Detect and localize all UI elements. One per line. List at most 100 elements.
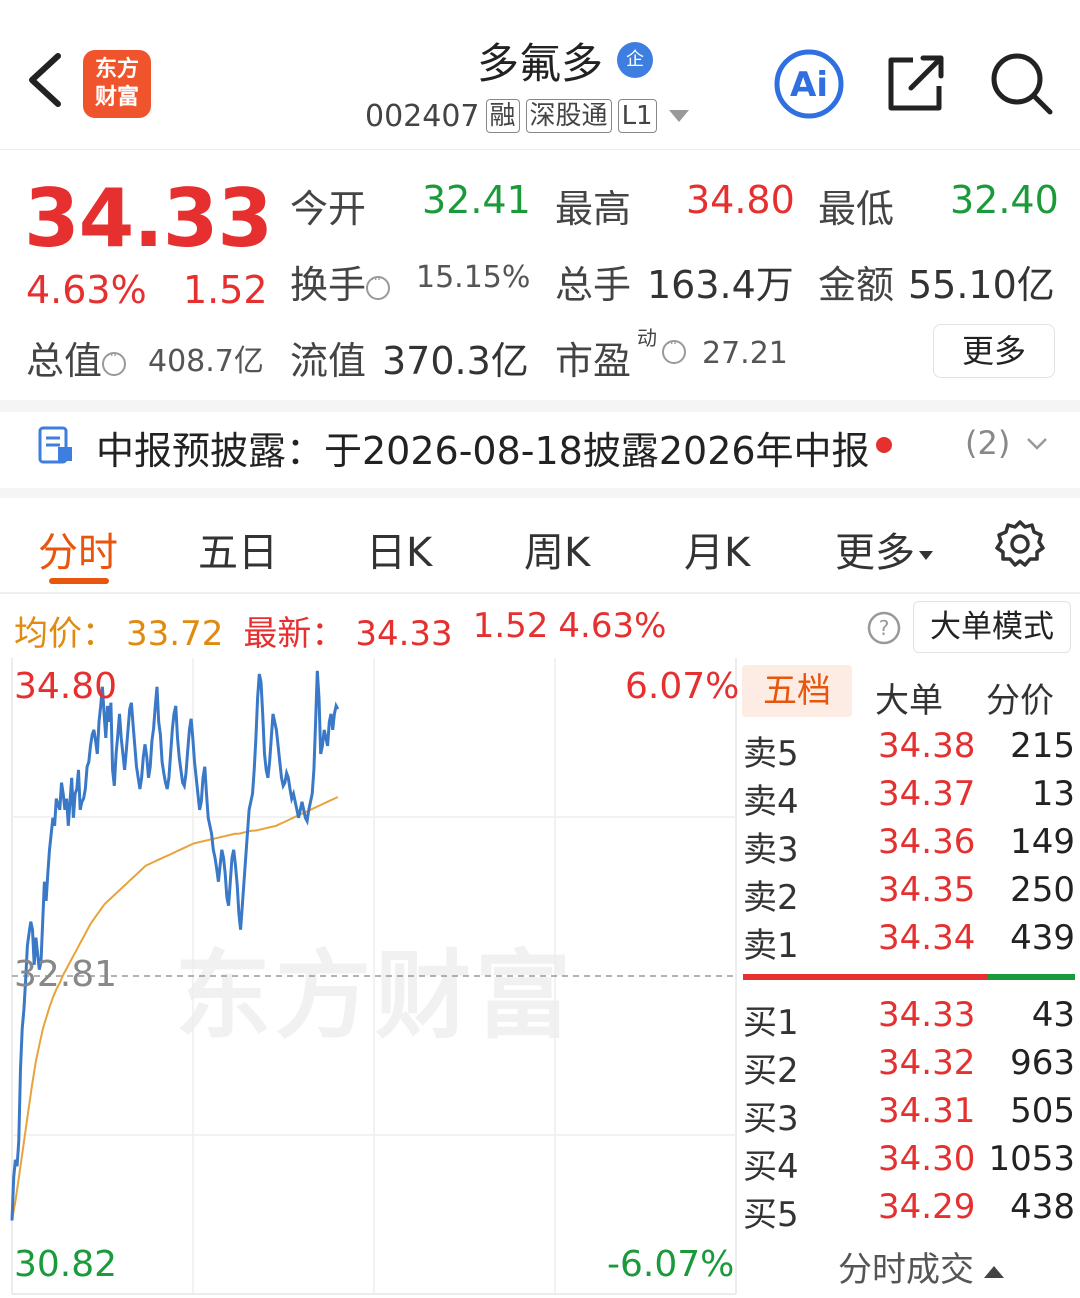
- volume-label: 总手: [555, 263, 632, 307]
- bid-level-label: 买3: [743, 1099, 799, 1139]
- bid-level-row[interactable]: 买1 34.33 43: [743, 995, 1075, 1043]
- pct-axis-max: 6.07%: [625, 666, 740, 707]
- pe-value: 27.21: [702, 336, 788, 371]
- tab-price-distribution[interactable]: 分价: [986, 673, 1054, 722]
- more-fields-button[interactable]: 更多: [933, 324, 1055, 378]
- ask-level-row[interactable]: 卖4 34.37 13: [743, 774, 1075, 822]
- ask-level-row[interactable]: 卖5 34.38 215: [743, 726, 1075, 774]
- tab-intraday[interactable]: 分时: [38, 520, 118, 578]
- y-axis-max: 34.80: [14, 666, 118, 707]
- avg-price: 均价： 33.72: [14, 606, 233, 655]
- bid-level-volume: 505: [1010, 1091, 1075, 1131]
- tab-monthly-k[interactable]: 月K: [684, 520, 750, 578]
- enterprise-badge: 企: [617, 42, 653, 78]
- current-price: 34.33: [24, 172, 273, 265]
- chevron-down-icon[interactable]: [668, 110, 689, 122]
- tab-more-label: 更多: [835, 530, 915, 576]
- bid-level-volume: 438: [1010, 1187, 1075, 1227]
- share-icon[interactable]: [885, 52, 947, 114]
- bid-level-price: 34.29: [878, 1187, 976, 1227]
- turnover-label[interactable]: 换手: [290, 254, 391, 309]
- high-value: 34.80: [686, 178, 795, 222]
- avg-value: 33.72: [126, 614, 224, 654]
- latest-percent: 4.63%: [558, 606, 667, 646]
- ask-level-price: 34.38: [878, 726, 976, 766]
- info-dots-icon[interactable]: [366, 272, 391, 300]
- bid-level-row[interactable]: 买3 34.31 505: [743, 1091, 1075, 1139]
- tab-daily-k[interactable]: 日K: [366, 520, 432, 578]
- amount-label: 金额: [818, 263, 895, 307]
- open-label: 今开: [290, 187, 367, 231]
- bid-level-label: 买2: [743, 1051, 799, 1091]
- search-icon[interactable]: [988, 50, 1054, 116]
- latest-change: 1.52: [472, 606, 549, 646]
- ask-level-price: 34.35: [878, 870, 976, 910]
- ai-icon-text: Ai: [790, 65, 828, 105]
- ask-level-volume: 149: [1010, 822, 1075, 862]
- mktcap-label-text: 总值: [26, 339, 103, 383]
- bid-level-row[interactable]: 买2 34.32 963: [743, 1043, 1075, 1091]
- ask-level-row[interactable]: 卖3 34.36 149: [743, 822, 1075, 870]
- ask-level-price: 34.34: [878, 918, 976, 958]
- header: 东方 财富 多氟多 企 002407 融 深股通 L1 Ai: [0, 0, 1080, 150]
- float-value: 370.3亿: [382, 339, 529, 383]
- tab-big-orders[interactable]: 大单: [875, 673, 943, 722]
- low-value: 32.40: [950, 178, 1059, 222]
- ask-level-label: 卖3: [743, 830, 799, 870]
- intraday-trades-label: 分时成交: [838, 1250, 974, 1290]
- stock-code-row[interactable]: 002407 融 深股通 L1: [365, 96, 689, 136]
- avg-price-line: [11, 796, 339, 1221]
- ask-level-price: 34.36: [878, 822, 976, 862]
- help-icon[interactable]: ?: [866, 610, 902, 646]
- gear-icon[interactable]: [994, 518, 1046, 570]
- turnover-value: 15.15%: [416, 260, 531, 295]
- mktcap-label[interactable]: 总值: [26, 330, 127, 385]
- latest-value: 34.33: [355, 614, 453, 654]
- ask-level-volume: 439: [1010, 918, 1075, 958]
- info-dots-icon[interactable]: [102, 348, 127, 376]
- latest-price: 最新： 34.33: [243, 606, 462, 655]
- change-percent: 4.63%: [26, 268, 147, 312]
- intraday-trades-link[interactable]: 分时成交: [838, 1242, 1004, 1291]
- tab-five-day[interactable]: 五日: [198, 520, 278, 578]
- latest-label: 最新：: [243, 614, 346, 654]
- bid-level-row[interactable]: 买4 34.30 1053: [743, 1139, 1075, 1187]
- notice-text[interactable]: 中报预披露：于2026-08-18披露2026年中报: [96, 420, 870, 475]
- notice-count: (2): [965, 424, 1011, 462]
- info-dots-icon[interactable]: [662, 336, 686, 364]
- avg-label: 均价：: [14, 614, 116, 654]
- low-label: 最低: [818, 187, 895, 231]
- tab-five-levels[interactable]: 五档: [742, 665, 852, 717]
- svg-text:?: ?: [879, 616, 890, 640]
- ai-assistant-icon[interactable]: Ai: [773, 48, 845, 120]
- ask-level-row[interactable]: 卖2 34.35 250: [743, 870, 1075, 918]
- bid-ratio-bar: [987, 974, 1075, 980]
- bid-level-price: 34.31: [878, 1091, 976, 1131]
- float-label: 流值: [290, 339, 367, 383]
- ask-level-label: 卖1: [743, 926, 799, 966]
- tag-margin: 融: [485, 99, 520, 133]
- y-axis-min: 30.82: [14, 1244, 118, 1285]
- tab-weekly-k[interactable]: 周K: [524, 520, 590, 578]
- section-divider: [0, 488, 1080, 498]
- active-tab-indicator: [49, 578, 109, 584]
- mktcap-value: 408.7亿: [148, 344, 264, 379]
- avg-latest-row: 均价： 33.72 最新： 34.33 1.52 4.63%: [14, 606, 676, 655]
- tab-more[interactable]: 更多: [835, 520, 933, 578]
- bid-level-row[interactable]: 买5 34.29 438: [743, 1187, 1075, 1235]
- ask-level-volume: 250: [1010, 870, 1075, 910]
- ask-level-label: 卖4: [743, 782, 799, 822]
- ask-level-volume: 215: [1010, 726, 1075, 766]
- bid-level-volume: 963: [1010, 1043, 1075, 1083]
- price-line: [10, 670, 340, 1221]
- tabs-divider: [0, 592, 1080, 594]
- y-axis-mid: 32.81: [14, 954, 118, 995]
- chevron-down-icon[interactable]: [1025, 432, 1049, 456]
- big-order-mode-button[interactable]: 大单模式: [913, 601, 1071, 653]
- stock-name: 多氟多: [476, 39, 603, 88]
- pct-axis-min: -6.07%: [607, 1244, 735, 1285]
- tag-level: L1: [617, 99, 657, 133]
- ask-ratio-bar: [743, 974, 987, 980]
- ask-level-volume: 13: [1031, 774, 1075, 814]
- ask-level-row[interactable]: 卖1 34.34 439: [743, 918, 1075, 966]
